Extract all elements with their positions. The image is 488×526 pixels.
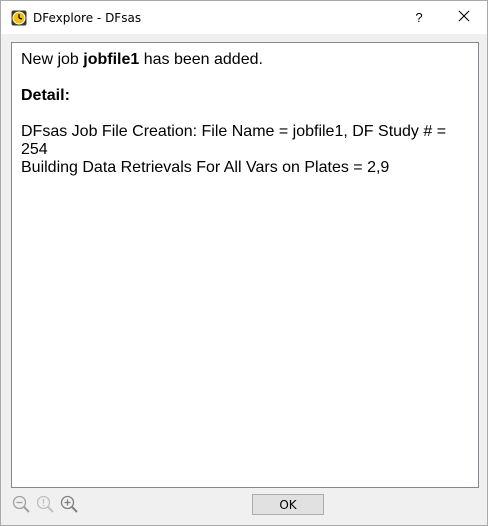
zoom-in-icon[interactable] bbox=[59, 494, 79, 514]
dialog-window: DFexplore - DFsas ? New job jobfile1 has… bbox=[0, 0, 488, 526]
help-button[interactable]: ? bbox=[397, 1, 441, 34]
detail-line: DFsas Job File Creation: File Name = job… bbox=[21, 123, 447, 158]
app-clock-icon bbox=[11, 10, 27, 26]
close-button[interactable] bbox=[442, 1, 486, 34]
window-title: DFexplore - DFsas bbox=[33, 11, 142, 25]
detail-line: Building Data Retrievals For All Vars on… bbox=[21, 159, 390, 176]
button-bar: OK bbox=[1, 490, 487, 525]
zoom-out-icon[interactable] bbox=[11, 494, 31, 514]
title-bar[interactable]: DFexplore - DFsas ? bbox=[1, 1, 487, 34]
help-icon: ? bbox=[415, 10, 423, 25]
zoom-reset-icon[interactable] bbox=[35, 494, 55, 514]
detail-heading: Detail: bbox=[21, 87, 70, 104]
message-text: New job jobfile1 has been added. Detail:… bbox=[21, 51, 471, 177]
message-area[interactable]: New job jobfile1 has been added. Detail:… bbox=[11, 42, 479, 488]
ok-button[interactable]: OK bbox=[252, 494, 324, 515]
message-line: New job jobfile1 has been added. bbox=[21, 51, 263, 68]
job-name: jobfile1 bbox=[83, 51, 140, 68]
close-icon bbox=[458, 10, 470, 25]
